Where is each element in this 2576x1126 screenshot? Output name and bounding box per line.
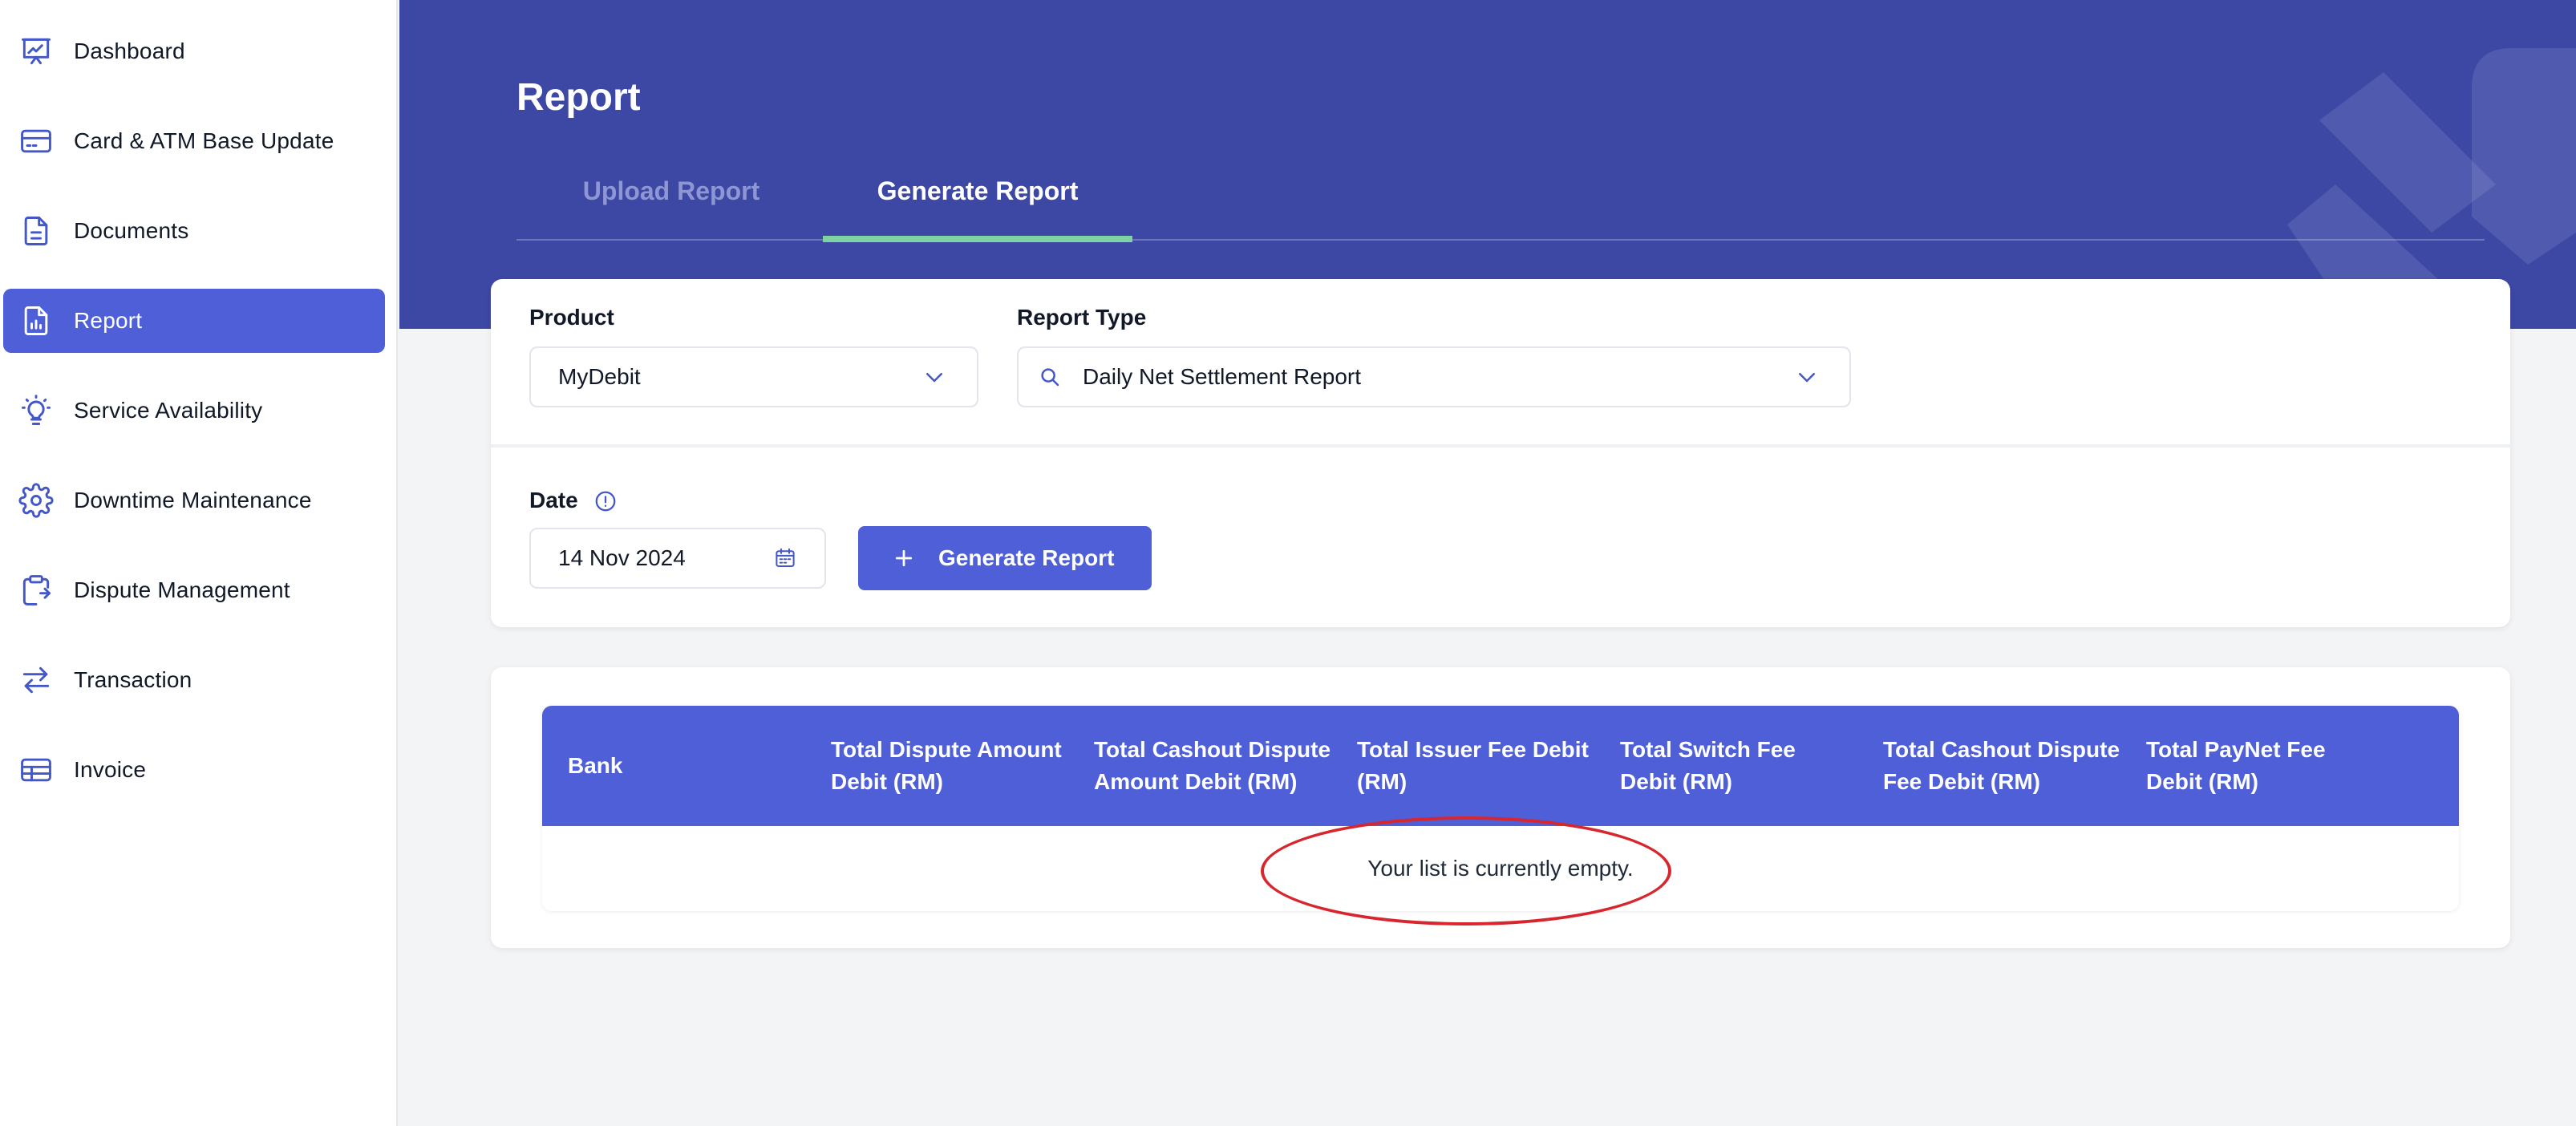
lightbulb-icon: [18, 392, 55, 429]
sidebar-item-dispute-management[interactable]: Dispute Management: [3, 558, 385, 622]
sidebar-item-label: Downtime Maintenance: [74, 488, 312, 512]
report-tabs: Upload Report Generate Report: [516, 176, 2485, 242]
sidebar-item-label: Dispute Management: [74, 577, 290, 602]
card-divider: [491, 444, 2510, 448]
sidebar-item-label: Service Availability: [74, 398, 263, 423]
credit-card-icon: [18, 123, 55, 160]
sidebar: Dashboard Card & ATM Base Update Documen…: [0, 0, 398, 1126]
search-icon: [1038, 365, 1062, 389]
chevron-down-icon: [922, 365, 946, 389]
product-select-value: MyDebit: [558, 364, 641, 389]
report-table: Bank Total Dispute Amount Debit (RM) Tot…: [542, 706, 2459, 911]
chevron-down-icon: [1795, 365, 1819, 389]
tab-generate-report[interactable]: Generate Report: [823, 176, 1132, 242]
gear-icon: [18, 482, 55, 519]
sidebar-item-label: Dashboard: [74, 38, 185, 63]
tab-upload-report[interactable]: Upload Report: [516, 176, 826, 241]
sidebar-item-label: Report: [74, 308, 143, 333]
product-label: Product: [529, 305, 614, 330]
document-icon: [18, 213, 55, 249]
generate-report-button[interactable]: Generate Report: [858, 526, 1152, 590]
decorative-logo-mark: [2287, 48, 2576, 297]
column-header-total-cashout-dispute-fee-debit[interactable]: Total Cashout Dispute Fee Debit (RM): [1857, 706, 2120, 826]
page-title: Report: [516, 76, 641, 119]
arrows-exchange-icon: [18, 662, 55, 699]
report-type-label: Report Type: [1017, 305, 1147, 330]
sidebar-item-documents[interactable]: Documents: [3, 199, 385, 263]
calendar-icon[interactable]: [773, 546, 797, 570]
sidebar-item-service-availability[interactable]: Service Availability: [3, 379, 385, 443]
product-select[interactable]: MyDebit: [529, 346, 978, 407]
sidebar-item-invoice[interactable]: Invoice: [3, 738, 385, 802]
empty-state-message: Your list is currently empty.: [1367, 856, 1634, 881]
plus-icon: [892, 546, 916, 570]
date-picker-input[interactable]: 14 Nov 2024: [529, 528, 826, 589]
results-card: Bank Total Dispute Amount Debit (RM) Tot…: [491, 667, 2510, 948]
column-header-total-paynet-fee-debit[interactable]: Total PayNet Fee Debit (RM): [2120, 706, 2384, 826]
sidebar-item-label: Transaction: [74, 667, 192, 692]
sidebar-item-label: Invoice: [74, 757, 147, 782]
date-input-value: 14 Nov 2024: [558, 545, 686, 570]
sidebar-item-label: Documents: [74, 218, 189, 243]
sidebar-item-label: Card & ATM Base Update: [74, 128, 334, 153]
column-header-total-dispute-amount-debit[interactable]: Total Dispute Amount Debit (RM): [805, 706, 1068, 826]
sidebar-item-dashboard[interactable]: Dashboard: [3, 19, 385, 83]
report-chart-icon: [18, 302, 55, 339]
clipboard-icon: [18, 572, 55, 609]
column-header-total-switch-fee-debit[interactable]: Total Switch Fee Debit (RM): [1594, 706, 1857, 826]
table-header: Bank Total Dispute Amount Debit (RM) Tot…: [542, 706, 2459, 826]
generate-report-button-label: Generate Report: [938, 545, 1115, 570]
filter-card: Product MyDebit Report Type Daily Net Se…: [491, 279, 2510, 627]
invoice-table-icon: [18, 751, 55, 788]
column-header-bank[interactable]: Bank: [542, 706, 805, 826]
sidebar-item-transaction[interactable]: Transaction: [3, 648, 385, 712]
presentation-chart-icon: [18, 33, 55, 70]
report-type-select-value: Daily Net Settlement Report: [1083, 364, 1362, 389]
info-icon[interactable]: [593, 489, 618, 513]
date-label: Date: [529, 488, 578, 512]
sidebar-item-downtime-maintenance[interactable]: Downtime Maintenance: [3, 468, 385, 533]
sidebar-item-report[interactable]: Report: [3, 289, 385, 353]
report-type-select[interactable]: Daily Net Settlement Report: [1017, 346, 1851, 407]
sidebar-item-card-atm[interactable]: Card & ATM Base Update: [3, 109, 385, 173]
column-header-total-issuer-fee-debit[interactable]: Total Issuer Fee Debit (RM): [1331, 706, 1594, 826]
empty-state-row: Your list is currently empty.: [542, 826, 2459, 911]
column-header-total-cashout-dispute-amount-debit[interactable]: Total Cashout Dispute Amount Debit (RM): [1068, 706, 1331, 826]
